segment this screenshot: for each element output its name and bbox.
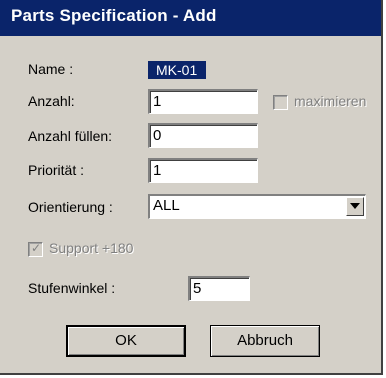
anzahl-input[interactable]: 1 — [148, 89, 258, 114]
title-bar[interactable]: Parts Specification - Add — [0, 0, 381, 37]
support-checkbox[interactable]: ✓ — [28, 241, 43, 257]
prioritaet-label: Priorität : — [28, 162, 85, 178]
dialog-window: Parts Specification - Add Name : MK-01 A… — [0, 0, 383, 375]
chevron-down-icon — [350, 203, 360, 209]
prioritaet-input[interactable]: 1 — [148, 158, 258, 183]
window-title: Parts Specification - Add — [11, 6, 217, 25]
orientierung-select[interactable]: ALL — [148, 194, 366, 219]
orientierung-value: ALL — [153, 197, 180, 214]
check-icon: ✓ — [31, 241, 42, 255]
anzahl-fuellen-input[interactable]: 0 — [148, 123, 258, 148]
name-value: MK-01 — [148, 61, 206, 79]
stufenwinkel-label: Stufenwinkel : — [28, 280, 116, 296]
stufenwinkel-input[interactable]: 5 — [188, 276, 250, 301]
ok-button[interactable]: OK — [66, 325, 186, 357]
anzahl-label: Anzahl: — [28, 93, 75, 109]
maximieren-checkbox[interactable] — [273, 95, 288, 110]
maximieren-label: maximieren — [294, 93, 367, 109]
support-label: Support +180 — [49, 240, 134, 256]
dropdown-button[interactable] — [346, 197, 364, 216]
name-label: Name : — [28, 61, 74, 77]
anzahl-fuellen-label: Anzahl füllen: — [28, 128, 113, 144]
orientierung-label: Orientierung : — [28, 199, 113, 215]
cancel-button[interactable]: Abbruch — [210, 325, 320, 357]
